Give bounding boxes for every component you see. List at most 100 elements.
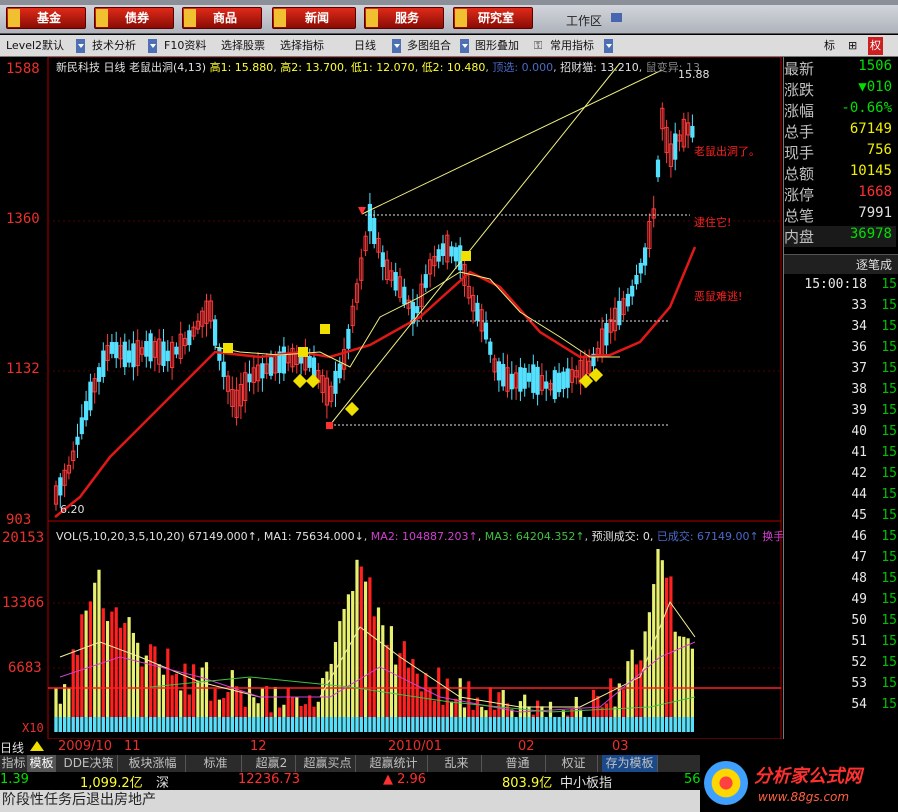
period-triangle-icon[interactable] bbox=[30, 741, 44, 751]
template-tab[interactable]: 普通 bbox=[490, 755, 546, 772]
tick-row[interactable]: 37 15 bbox=[784, 361, 897, 382]
template-tab[interactable]: 超赢统计 bbox=[360, 755, 428, 772]
toolbar-select-indicator[interactable]: 选择指标 bbox=[278, 37, 326, 55]
workzone-label[interactable]: 工作区 bbox=[566, 12, 602, 29]
toolbar-overlay[interactable]: 图形叠加 bbox=[473, 37, 521, 55]
candle-body bbox=[604, 322, 609, 346]
quote-value: 1668 bbox=[858, 184, 892, 200]
volume-base bbox=[591, 717, 596, 732]
tick-row[interactable]: 38 15 bbox=[784, 382, 897, 403]
candle-body bbox=[509, 373, 514, 390]
volume-base bbox=[673, 717, 677, 732]
toolbar-common-indicator[interactable]: 常用指标 bbox=[548, 37, 596, 55]
vol-pred: 预测成交: 0, bbox=[591, 530, 654, 543]
tick-row[interactable]: 45 15 bbox=[784, 508, 897, 529]
tick-time: 46 bbox=[851, 529, 867, 544]
low-marker bbox=[326, 422, 333, 429]
tick-row[interactable]: 33 15 bbox=[784, 298, 897, 319]
nav-commodity-button[interactable]: 商品 bbox=[182, 7, 262, 29]
template-tab[interactable]: 模板 bbox=[28, 755, 56, 772]
toolbar-select-stock[interactable]: 选择股票 bbox=[219, 37, 267, 55]
tick-row[interactable]: 34 15 bbox=[784, 319, 897, 340]
tick-row[interactable]: 36 15 bbox=[784, 340, 897, 361]
indicator-name: 老鼠出洞(4,13) bbox=[129, 61, 207, 74]
volume-base bbox=[411, 717, 415, 732]
toolbar-rights-button[interactable]: 权 bbox=[868, 37, 883, 55]
volume-base bbox=[222, 717, 226, 732]
tick-row[interactable]: 40 15 bbox=[784, 424, 897, 445]
tick-price: 15 bbox=[881, 382, 897, 397]
candle-body bbox=[643, 247, 648, 266]
tick-row[interactable]: 49 15 bbox=[784, 592, 897, 613]
stock-period: 日线 bbox=[103, 61, 126, 74]
volume-base bbox=[424, 717, 428, 732]
tick-row[interactable]: 15:00:18 15 bbox=[784, 277, 897, 298]
tick-row[interactable]: 50 15 bbox=[784, 613, 897, 634]
toolbar-f10[interactable]: F10资料 bbox=[162, 37, 208, 55]
candle-body bbox=[475, 302, 480, 321]
toolbar-multi-chart[interactable]: 多图组合 bbox=[405, 37, 453, 55]
template-tab[interactable]: DDE决策 bbox=[60, 755, 118, 772]
candle-body bbox=[561, 371, 566, 390]
volume-base bbox=[501, 717, 505, 732]
tick-row[interactable]: 39 15 bbox=[784, 403, 897, 424]
chevron-down-icon[interactable] bbox=[392, 39, 401, 53]
candle-body bbox=[114, 342, 119, 359]
tick-row[interactable]: 51 15 bbox=[784, 634, 897, 655]
index-change: ▲ 2.96 bbox=[383, 772, 427, 787]
template-tab[interactable]: 指标 bbox=[0, 755, 28, 772]
toolbar-tech-analysis[interactable]: 技术分析 bbox=[90, 37, 138, 55]
tick-row[interactable]: 53 15 bbox=[784, 676, 897, 697]
volume-base bbox=[75, 717, 80, 732]
candle-body bbox=[440, 243, 446, 256]
volume-base bbox=[656, 717, 660, 732]
chevron-down-icon[interactable] bbox=[460, 39, 469, 53]
toolbar-grid-button[interactable]: ⊞ bbox=[846, 37, 859, 55]
template-tab[interactable]: 乱来 bbox=[432, 755, 482, 772]
signal-marker bbox=[461, 251, 471, 261]
volume-base bbox=[381, 717, 385, 732]
tick-row[interactable]: 46 15 bbox=[784, 529, 897, 550]
template-tab[interactable]: 超赢2 bbox=[248, 755, 296, 772]
chart-canvas[interactable] bbox=[0, 57, 783, 739]
vol-done: 已成交: 67149.00↑ bbox=[656, 530, 759, 543]
volume-base bbox=[192, 717, 196, 732]
nav-bond-button[interactable]: 债券 bbox=[94, 7, 174, 29]
news-ticker[interactable]: 阶段性任务后退出房地产 bbox=[0, 790, 700, 812]
template-tab[interactable]: 板块涨幅 bbox=[120, 755, 186, 772]
volume-base bbox=[136, 717, 140, 732]
template-tab[interactable]: 超赢买点 bbox=[300, 755, 356, 772]
nav-fund-button[interactable]: 基金 bbox=[6, 7, 86, 29]
chevron-down-icon[interactable] bbox=[148, 39, 157, 53]
nav-news-button[interactable]: 新闻 bbox=[272, 7, 356, 29]
tick-row[interactable]: 44 15 bbox=[784, 487, 897, 508]
tick-row[interactable]: 41 15 bbox=[784, 445, 897, 466]
tick-row[interactable]: 47 15 bbox=[784, 550, 897, 571]
toolbar-level2[interactable]: Level2默认 bbox=[4, 37, 66, 55]
chevron-down-icon[interactable] bbox=[604, 39, 613, 53]
lock-icon[interactable]: ⚿ bbox=[532, 37, 544, 55]
volume-base bbox=[166, 717, 170, 732]
chevron-down-icon[interactable] bbox=[76, 39, 85, 53]
time-period[interactable]: 日线 bbox=[0, 739, 24, 756]
volume-base bbox=[557, 717, 561, 732]
toolbar-period[interactable]: 日线 bbox=[352, 37, 378, 55]
template-tab[interactable]: 标准 bbox=[190, 755, 242, 772]
index-sz[interactable]: 深 bbox=[156, 772, 169, 791]
toolbar-mark-button[interactable]: 标 bbox=[822, 37, 837, 55]
tick-row[interactable]: 52 15 bbox=[784, 655, 897, 676]
template-tab[interactable]: 权证 bbox=[550, 755, 598, 772]
chart-area[interactable]: 1588 1360 1132 903 20153 13366 6683 X10 … bbox=[0, 57, 784, 739]
tick-row[interactable]: 48 15 bbox=[784, 571, 897, 592]
workzone-dropdown-icon[interactable] bbox=[611, 13, 622, 22]
tick-row[interactable]: 54 15 bbox=[784, 697, 897, 718]
tick-time: 44 bbox=[851, 487, 867, 502]
tick-time: 49 bbox=[851, 592, 867, 607]
nav-service-button[interactable]: 服务 bbox=[364, 7, 444, 29]
index-board[interactable]: 中小板指 bbox=[560, 772, 612, 791]
tick-row[interactable]: 42 15 bbox=[784, 466, 897, 487]
template-tab[interactable]: 存为模板 bbox=[602, 755, 658, 772]
volume-base bbox=[518, 717, 522, 732]
volume-bar bbox=[355, 559, 359, 732]
nav-research-button[interactable]: 研究室 bbox=[453, 7, 533, 29]
